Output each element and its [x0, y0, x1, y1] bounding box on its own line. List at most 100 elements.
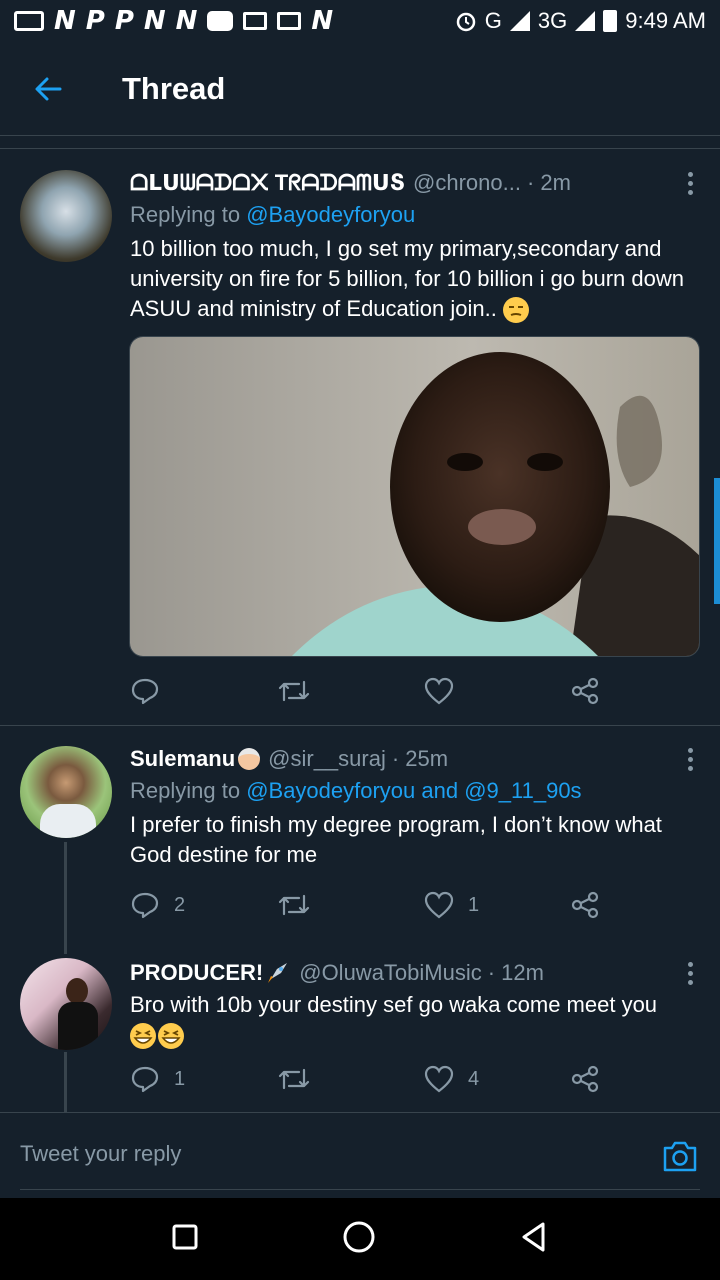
like-button[interactable] — [424, 677, 571, 705]
gmail-icon — [243, 12, 268, 30]
recents-square-icon — [172, 1224, 198, 1249]
share-icon — [571, 1065, 599, 1093]
tweet-actions: 2 1 — [130, 890, 610, 920]
home-circle-icon — [343, 1221, 375, 1252]
reply-count: 2 — [174, 893, 186, 916]
grinning-squinting-face-icon — [130, 1023, 156, 1050]
system-navigation-bar — [0, 1198, 720, 1280]
divider — [0, 725, 720, 726]
signal-icon — [575, 11, 596, 31]
share-button[interactable] — [571, 891, 599, 919]
avatar[interactable] — [20, 170, 112, 262]
timestamp: · 12m — [487, 960, 544, 985]
like-button[interactable]: 4 — [424, 1065, 571, 1093]
share-button[interactable] — [571, 1065, 599, 1093]
back-nav-button[interactable] — [519, 1221, 549, 1258]
tweet-media-image[interactable] — [129, 336, 700, 657]
status-bar: N P P N N N G 3G 9:49 AM — [0, 0, 720, 42]
recents-button[interactable] — [171, 1223, 199, 1256]
old-man-icon — [238, 748, 261, 770]
tweet-actions — [130, 676, 610, 706]
reply-input[interactable]: Tweet your reply — [20, 1141, 181, 1167]
app-header: Thread — [0, 42, 720, 136]
reply-icon — [131, 1066, 159, 1093]
display-name[interactable]: PRODUCER! — [130, 960, 263, 986]
n-notification-icon: N — [311, 6, 334, 36]
tweet-text: Bro with 10b your destiny sef go waka co… — [130, 990, 700, 1050]
clock: 9:49 AM — [625, 8, 706, 33]
more-options-icon[interactable] — [688, 172, 696, 199]
p-notification-icon: P — [85, 6, 105, 36]
n-notification-icon: N — [143, 6, 166, 36]
camera-button[interactable] — [662, 1139, 698, 1178]
share-icon — [571, 891, 599, 919]
message-notification-icon — [14, 11, 44, 31]
tweet-text-content: 10 billion too much, I go set my primary… — [130, 236, 684, 321]
grinning-squinting-face-icon — [158, 1023, 184, 1050]
thread-connector — [64, 1052, 67, 1112]
more-options-icon[interactable] — [688, 962, 696, 989]
retweet-button[interactable] — [277, 1064, 424, 1094]
replying-to: Replying to @Bayodeyforyou — [130, 202, 700, 228]
reply-count: 1 — [174, 1067, 186, 1090]
tweet-text: 10 billion too much, I go set my primary… — [130, 234, 700, 324]
tweet-header: PRODUCER! @OluwaTobiMusic · 12m — [130, 958, 700, 988]
n-notification-icon: N — [54, 6, 76, 36]
home-button[interactable] — [342, 1220, 376, 1259]
tweet-header: Sulemanu @sir__suraj · 25m — [130, 744, 700, 774]
network-type-3g: 3G — [537, 8, 568, 33]
gmail-icon — [277, 12, 302, 30]
avatar[interactable] — [20, 958, 112, 1050]
like-button[interactable]: 1 — [424, 891, 571, 919]
scrollbar[interactable] — [714, 478, 720, 604]
more-options-icon[interactable] — [688, 748, 696, 775]
p-notification-icon: P — [114, 6, 134, 36]
username: @OluwaTobiMusic — [299, 960, 482, 985]
n-notification-icon: N — [175, 6, 198, 36]
like-count: 1 — [468, 893, 480, 916]
notification-icons: N P P N N N — [14, 8, 333, 34]
display-name[interactable]: ᗝᒪᑌᗯᗩᗪᗝ᙭ TᖇᗩᗪᗩᗰᑌՏ — [130, 170, 405, 196]
mention-link[interactable]: @Bayodeyforyou and @9_11_90s — [246, 778, 581, 803]
back-button[interactable] — [0, 74, 96, 104]
input-underline — [20, 1189, 700, 1190]
reply-icon — [131, 678, 159, 705]
replying-to: Replying to @Bayodeyforyou and @9_11_90s — [130, 778, 700, 804]
reply-icon — [131, 892, 159, 919]
replying-to-prefix: Replying to — [130, 202, 247, 227]
avatar[interactable] — [20, 746, 112, 838]
back-triangle-icon — [522, 1222, 545, 1251]
page-title: Thread — [122, 70, 226, 106]
camera-icon — [663, 1141, 697, 1172]
reply-button[interactable] — [130, 676, 277, 706]
reply-button[interactable]: 1 — [130, 1064, 277, 1094]
unamused-face-icon — [502, 297, 529, 324]
tweet-actions: 1 4 — [130, 1064, 610, 1094]
arrow-left-icon — [35, 77, 62, 100]
mention-link[interactable]: @Bayodeyforyou — [246, 202, 415, 227]
reply-composer: Tweet your reply — [0, 1112, 720, 1198]
tweet-text: I prefer to finish my degree program, I … — [130, 812, 662, 867]
heart-icon — [424, 1065, 454, 1093]
retweet-button[interactable] — [277, 890, 424, 920]
signal-icon — [509, 11, 530, 31]
retweet-button[interactable] — [277, 676, 424, 706]
tweet-header: ᗝᒪᑌᗯᗩᗪᗝ᙭ TᖇᗩᗪᗩᗰᑌՏ @chrono... · 2m — [130, 168, 700, 198]
reply-button[interactable]: 2 — [130, 890, 277, 920]
timestamp: · 25m — [391, 746, 449, 771]
like-count: 4 — [468, 1067, 480, 1090]
username: @sir__suraj — [268, 746, 386, 771]
network-type: G — [484, 8, 502, 33]
battery-icon — [603, 10, 618, 32]
retweet-icon — [278, 1068, 310, 1090]
system-status: G 3G 9:49 AM — [455, 8, 706, 34]
divider — [0, 148, 720, 149]
alarm-icon — [456, 12, 476, 32]
heart-icon — [424, 677, 454, 705]
youtube-icon — [207, 11, 234, 31]
username: @chrono... — [413, 170, 521, 195]
tweet-text-content: Bro with 10b your destiny sef go waka co… — [130, 992, 658, 1017]
share-button[interactable] — [571, 677, 599, 705]
thread-connector — [64, 842, 67, 954]
display-name[interactable]: Sulemanu — [130, 746, 235, 772]
